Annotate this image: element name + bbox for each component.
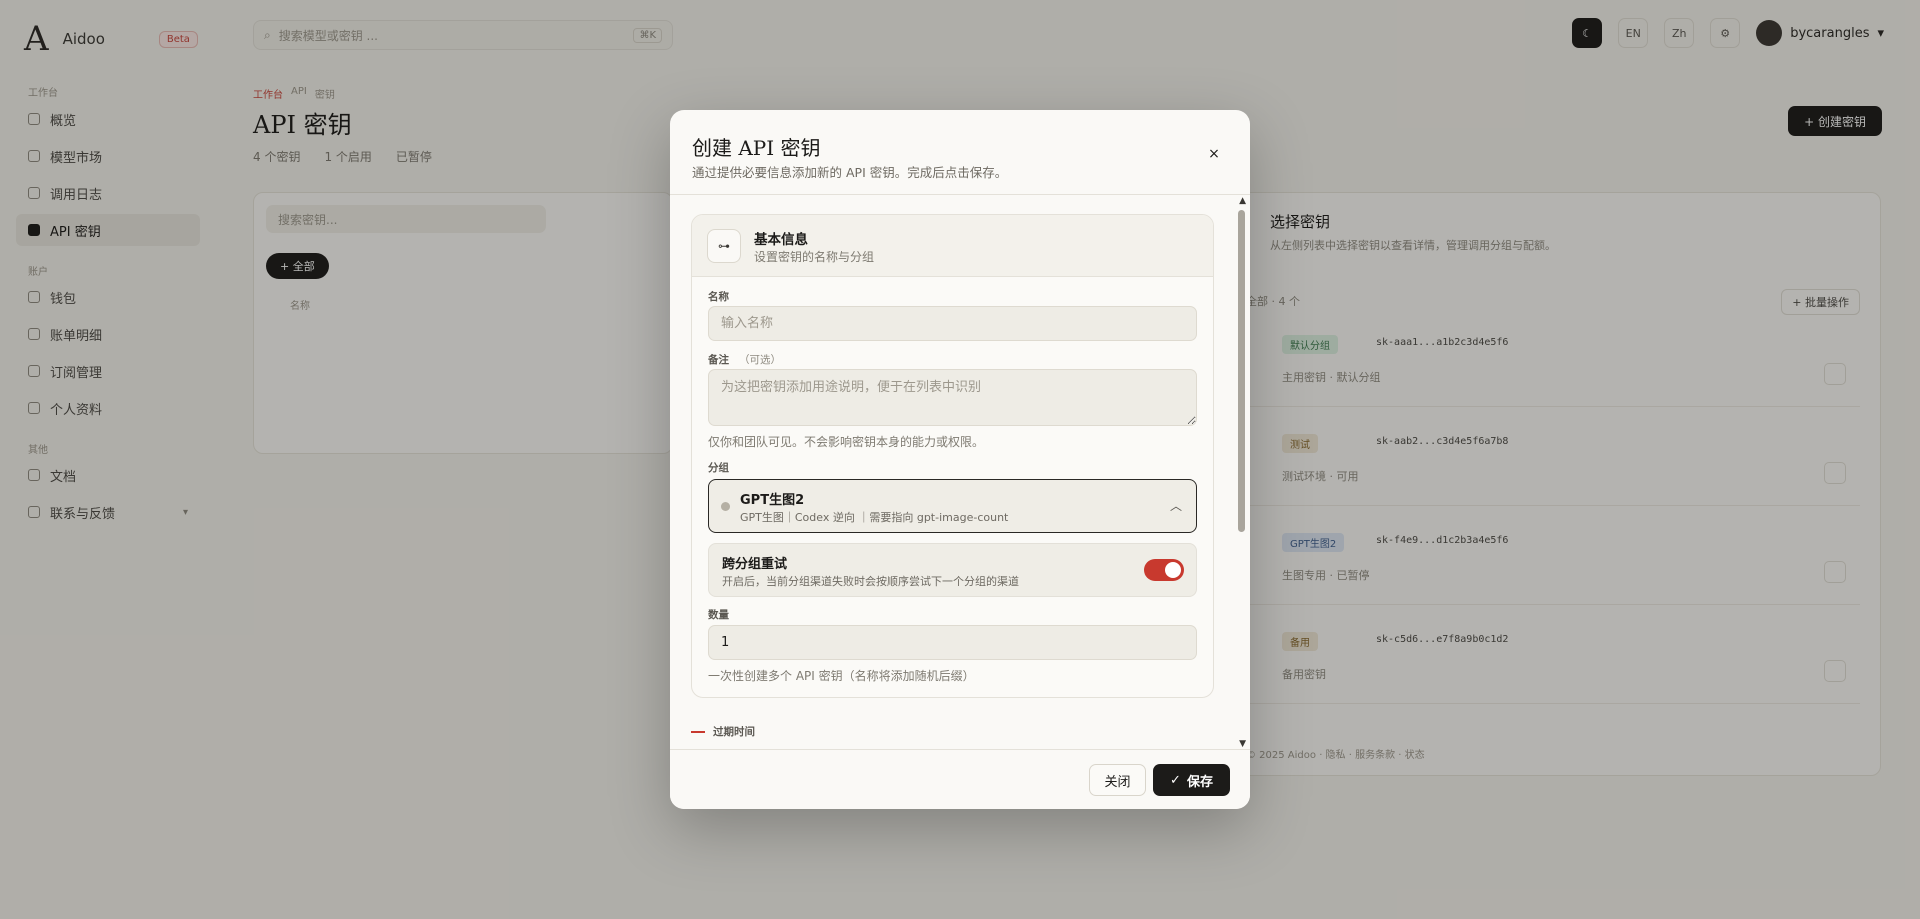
save-label: 保存 bbox=[1186, 774, 1213, 790]
name-label: 名称 bbox=[708, 291, 729, 303]
dialog-body[interactable]: ⊶ 基本信息 设置密钥的名称与分组 名称 备注 （可选） 仅你和团队可见。不会影响… bbox=[670, 196, 1250, 749]
dialog-description: 通过提供必要信息添加新的 API 密钥。完成后点击保存。 bbox=[692, 165, 1008, 180]
scrollbar-thumb[interactable] bbox=[1238, 210, 1245, 532]
remark-label-text: 备注 bbox=[708, 354, 729, 366]
group-status-dot bbox=[721, 502, 730, 511]
card-header: ⊶ 基本信息 设置密钥的名称与分组 bbox=[692, 215, 1213, 277]
name-input[interactable] bbox=[708, 306, 1197, 341]
dialog-footer: 关闭 ✓ 保存 bbox=[670, 749, 1250, 809]
section-accent-bar bbox=[691, 730, 705, 733]
cross-group-retry-toggle[interactable] bbox=[1144, 559, 1184, 581]
scroll-down-icon[interactable]: ▼ bbox=[1239, 739, 1246, 749]
remark-hint: 仅你和团队可见。不会影响密钥本身的能力或权限。 bbox=[708, 435, 985, 449]
chevron-up-icon: ︿ bbox=[1169, 499, 1182, 513]
card-title: 基本信息 bbox=[754, 232, 808, 248]
expiry-section-title: 过期时间 bbox=[713, 726, 755, 738]
toggle-knob bbox=[1165, 562, 1181, 578]
retry-description: 开启后，当前分组渠道失败时会按顺序尝试下一个分组的渠道 bbox=[722, 575, 1019, 588]
check-icon: ✓ bbox=[1170, 772, 1181, 788]
key-icon: ⊶ bbox=[707, 229, 741, 263]
cross-group-retry-setting: 跨分组重试 开启后，当前分组渠道失败时会按顺序尝试下一个分组的渠道 bbox=[708, 543, 1197, 597]
dialog-scrollbar[interactable]: ▲ ▼ bbox=[1236, 196, 1248, 749]
retry-title: 跨分组重试 bbox=[722, 557, 788, 572]
scroll-up-icon[interactable]: ▲ bbox=[1239, 196, 1246, 206]
basic-info-card: ⊶ 基本信息 设置密钥的名称与分组 名称 备注 （可选） 仅你和团队可见。不会影响… bbox=[691, 214, 1214, 698]
card-subtitle: 设置密钥的名称与分组 bbox=[754, 250, 875, 264]
group-label: 分组 bbox=[708, 462, 729, 474]
group-selected-description: GPT生图｜Codex 逆向 ｜需要指向 gpt-image-count bbox=[740, 511, 1009, 524]
quantity-label: 数量 bbox=[708, 609, 729, 621]
dialog-title: 创建 API 密钥 bbox=[692, 136, 821, 160]
quantity-hint: 一次性创建多个 API 密钥（名称将添加随机后缀） bbox=[708, 669, 975, 683]
remark-label: 备注 （可选） bbox=[708, 352, 781, 367]
quantity-input[interactable] bbox=[708, 625, 1197, 660]
save-button[interactable]: ✓ 保存 bbox=[1153, 764, 1230, 796]
remark-textarea[interactable] bbox=[708, 369, 1197, 426]
create-api-key-dialog: 创建 API 密钥 通过提供必要信息添加新的 API 密钥。完成后点击保存。 ×… bbox=[670, 110, 1250, 809]
expiry-section-header: 过期时间 bbox=[691, 724, 755, 739]
group-selected-name: GPT生图2 bbox=[740, 493, 805, 508]
dialog-header: 创建 API 密钥 通过提供必要信息添加新的 API 密钥。完成后点击保存。 × bbox=[670, 110, 1250, 195]
close-button[interactable]: 关闭 bbox=[1089, 764, 1146, 796]
group-select[interactable]: GPT生图2 GPT生图｜Codex 逆向 ｜需要指向 gpt-image-co… bbox=[708, 479, 1197, 533]
optional-tag: （可选） bbox=[739, 354, 781, 366]
close-icon[interactable]: × bbox=[1204, 144, 1224, 164]
